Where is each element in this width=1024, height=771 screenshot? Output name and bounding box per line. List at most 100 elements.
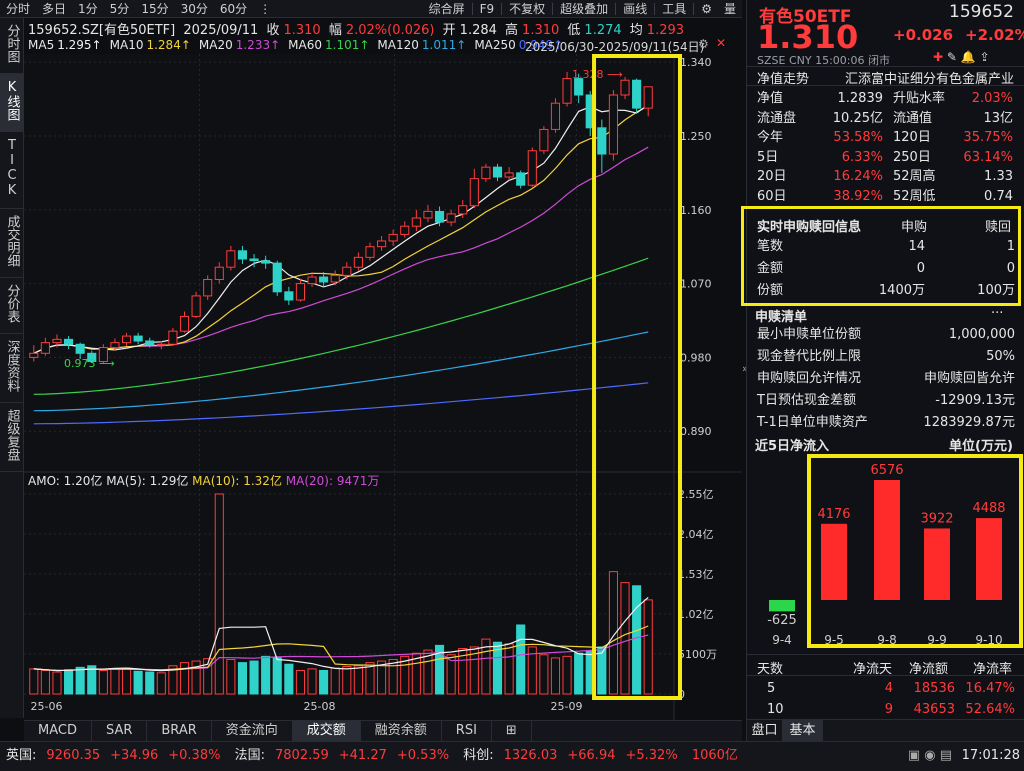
tab-rsi[interactable]: RSI bbox=[442, 721, 492, 741]
tab-sar[interactable]: SAR bbox=[92, 721, 147, 741]
candle-body bbox=[30, 353, 38, 357]
quote-info-line: 159652.SZ[有色50ETF] 2025/09/11 收1.310 幅2.… bbox=[28, 19, 688, 38]
kline-chart[interactable]: 1.3401.2501.1601.0700.9800.8902.55亿2.04亿… bbox=[24, 54, 742, 720]
vtab-price-table[interactable]: 分价表 bbox=[0, 278, 24, 334]
tab-basic[interactable]: 基本 bbox=[783, 720, 823, 741]
status-bar: 英国:9260.35+34.96+0.38% 法国:7802.59+41.27+… bbox=[0, 741, 1024, 771]
volume-bar bbox=[296, 670, 304, 694]
tray-icons[interactable]: ▣ ◉ ▤ bbox=[908, 742, 952, 770]
vtab-kline[interactable]: K线图 bbox=[0, 74, 24, 132]
vtab-tick[interactable]: TICK bbox=[0, 132, 24, 209]
no-adjust-button[interactable]: 不复权 bbox=[503, 0, 551, 18]
candle-body bbox=[65, 339, 73, 344]
redemption-label: T-1日单位申赎资产 bbox=[757, 412, 868, 434]
realtime-title: 实时申购赎回信息 bbox=[757, 216, 861, 235]
flow-head-rate: 净流率 bbox=[973, 658, 1012, 677]
ma-legend: MA51.295↑MA101.284↑MA201.233↑MA601.101↑M… bbox=[28, 38, 571, 52]
realtime-sell: 0 bbox=[1007, 258, 1015, 280]
ma-value-3: 1.101↑ bbox=[325, 38, 369, 52]
tab-15min[interactable]: 15分 bbox=[135, 0, 174, 18]
close-icon[interactable]: ✕ bbox=[716, 36, 726, 50]
candle-body bbox=[111, 343, 119, 348]
vtab-timeshare[interactable]: 分时图 bbox=[0, 18, 24, 74]
candle-body bbox=[644, 87, 652, 108]
edit-icon[interactable]: ✎ bbox=[947, 50, 957, 64]
tab-order-book[interactable]: 盘口 bbox=[747, 720, 783, 741]
candle-body bbox=[273, 263, 281, 292]
ma-value-1: 1.284↑ bbox=[146, 38, 190, 52]
flow-count: 9 bbox=[885, 699, 893, 721]
realtime-label: 份额 bbox=[757, 280, 783, 302]
inflow-date-label: 9-10 bbox=[975, 633, 1002, 647]
clock: 17:01:28 bbox=[962, 742, 1020, 770]
composite-screen-button[interactable]: 综合屏 bbox=[423, 0, 471, 18]
tools-button[interactable]: 工具 bbox=[656, 0, 692, 18]
idx-uk-name[interactable]: 英国: bbox=[6, 748, 36, 763]
inflow-value-label: 4176 bbox=[817, 507, 850, 522]
date-tick-label: 25-08 bbox=[304, 700, 336, 713]
vtab-super-review[interactable]: 超级复盘 bbox=[0, 403, 24, 472]
idx-fr-name[interactable]: 法国: bbox=[235, 748, 265, 763]
inflow-value-label: -625 bbox=[767, 613, 797, 628]
candle-body bbox=[401, 226, 409, 234]
tab-multiday[interactable]: 多日 bbox=[36, 0, 72, 18]
flow-row: 1094365352.64% bbox=[747, 699, 1024, 721]
draw-line-button[interactable]: 画线 bbox=[617, 0, 653, 18]
candle-body bbox=[389, 234, 397, 241]
tab-capital-flow[interactable]: 资金流向 bbox=[212, 721, 293, 741]
stat-label: 60日 bbox=[757, 186, 787, 208]
volume-bar bbox=[99, 670, 107, 694]
tab-60min[interactable]: 60分 bbox=[214, 0, 253, 18]
volume-bar bbox=[41, 670, 49, 694]
f9-button[interactable]: F9 bbox=[474, 0, 501, 18]
idx-star-name[interactable]: 科创: bbox=[463, 748, 493, 763]
nav-trend-label[interactable]: 净值走势 bbox=[757, 68, 809, 87]
tab-timeshare[interactable]: 分时 bbox=[0, 0, 36, 18]
volume-bar bbox=[157, 673, 165, 694]
volume-bar bbox=[273, 658, 281, 694]
low-label: 低 bbox=[567, 23, 580, 38]
bell-icon[interactable]: 🔔 bbox=[961, 50, 976, 64]
change-label: 幅 bbox=[329, 23, 342, 38]
stat-label: 52周低 bbox=[893, 186, 936, 208]
candle-body bbox=[354, 257, 362, 267]
tab-5min[interactable]: 5分 bbox=[104, 0, 136, 18]
tab-1min[interactable]: 1分 bbox=[72, 0, 104, 18]
settings-small-icon[interactable]: ⚙ bbox=[698, 37, 709, 51]
more-periods-button[interactable]: ⋮ bbox=[253, 0, 277, 18]
idx-uk-value: 9260.35 bbox=[46, 748, 100, 763]
candle-body bbox=[122, 336, 130, 343]
redemption-row: 现金替代比例上限50% bbox=[747, 346, 1024, 368]
volume-tick-label: 2.55亿 bbox=[678, 488, 714, 501]
volume-bar bbox=[563, 656, 571, 694]
realtime-row: 笔数141 bbox=[747, 236, 1024, 258]
volume-bar bbox=[65, 670, 73, 694]
volume-bar bbox=[621, 583, 629, 694]
list-more-button[interactable]: ··· bbox=[991, 306, 1003, 321]
add-indicator-button[interactable]: ⊞ bbox=[492, 721, 532, 741]
flow-row: 541853616.47% bbox=[747, 678, 1024, 700]
realtime-sell: 1 bbox=[1007, 236, 1015, 258]
gear-icon[interactable]: ⚙ bbox=[695, 0, 718, 18]
vtab-depth-data[interactable]: 深度资料 bbox=[0, 334, 24, 403]
realtime-head-sell: 赎回 bbox=[985, 216, 1011, 235]
volume-toggle[interactable]: 量 bbox=[718, 0, 742, 18]
candle-body bbox=[575, 79, 583, 95]
realtime-buy: 14 bbox=[908, 236, 925, 258]
ma-label-2: MA20 bbox=[199, 38, 233, 52]
volume-bar bbox=[146, 672, 154, 694]
candle-body bbox=[262, 261, 270, 263]
tab-turnover[interactable]: 成交额 bbox=[293, 721, 361, 741]
vtab-trade-detail[interactable]: 成交明细 bbox=[0, 209, 24, 278]
tab-margin-balance[interactable]: 融资余额 bbox=[361, 721, 442, 741]
add-icon[interactable]: ✚ bbox=[933, 50, 943, 64]
tab-30min[interactable]: 30分 bbox=[175, 0, 214, 18]
share-icon[interactable]: ⇪ bbox=[980, 50, 990, 64]
list-title: 申赎清单 bbox=[755, 306, 807, 325]
volume-bar bbox=[111, 669, 119, 694]
idx-uk-pct: +0.38% bbox=[168, 748, 220, 763]
tab-brar[interactable]: BRAR bbox=[147, 721, 211, 741]
candle-body bbox=[308, 277, 316, 284]
super-overlay-button[interactable]: 超级叠加 bbox=[554, 0, 614, 18]
tab-macd[interactable]: MACD bbox=[24, 721, 92, 741]
